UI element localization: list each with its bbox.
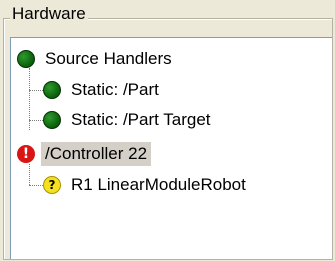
hardware-tree[interactable]: Source Handlers Static: /Part Static: /P…	[10, 37, 332, 259]
tree-node-label: /Controller 22	[41, 142, 152, 166]
error-icon: !	[17, 145, 35, 163]
tree-node-label: Static: /Part Target	[71, 110, 211, 129]
groupbox-title: Hardware	[10, 4, 88, 24]
tree-node-label: Source Handlers	[45, 49, 172, 68]
question-icon: ?	[43, 176, 61, 194]
tree-node-label: Static: /Part	[71, 80, 159, 99]
tree-node-r1-linearmodulerobot[interactable]: ? R1 LinearModuleRobot	[43, 170, 250, 200]
tree-node-static-part[interactable]: Static: /Part	[43, 75, 163, 105]
tree-node-controller-22[interactable]: ! /Controller 22	[17, 139, 152, 169]
green-status-icon	[43, 111, 61, 129]
tree-node-static-part-target[interactable]: Static: /Part Target	[43, 105, 215, 135]
tree-node-label: R1 LinearModuleRobot	[71, 175, 246, 194]
tree-node-source-handlers[interactable]: Source Handlers	[17, 44, 176, 74]
green-status-icon	[17, 50, 35, 68]
green-status-icon	[43, 81, 61, 99]
